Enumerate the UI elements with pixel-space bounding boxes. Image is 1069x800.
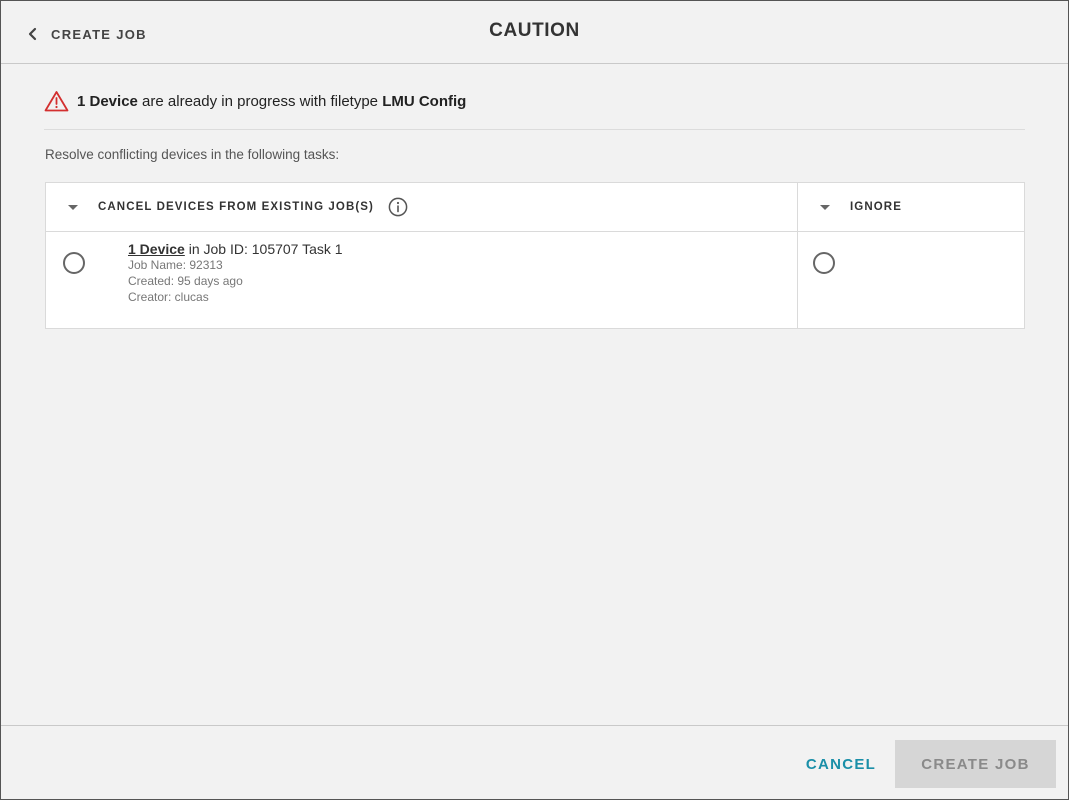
conflict-row: 1 Device in Job ID: 105707 Task 1 Job Na… xyxy=(128,241,343,305)
conflict-table: CANCEL DEVICES FROM EXISTING JOB(S) IGNO… xyxy=(45,182,1025,329)
column-header-ignore-label: IGNORE xyxy=(850,201,902,213)
page-title: CAUTION xyxy=(489,20,580,41)
job-creator: Creator: clucas xyxy=(128,290,209,304)
column-header-ignore: IGNORE xyxy=(820,183,902,231)
header-divider xyxy=(46,231,1024,232)
divider xyxy=(44,129,1025,130)
row-main-text: 1 Device in Job ID: 105707 Task 1 xyxy=(128,241,343,257)
column-header-cancel: CANCEL DEVICES FROM EXISTING JOB(S) xyxy=(68,183,408,231)
warning-text: 1 Device are already in progress with fi… xyxy=(77,93,466,110)
column-header-cancel-label: CANCEL DEVICES FROM EXISTING JOB(S) xyxy=(98,201,374,213)
info-icon[interactable] xyxy=(388,197,408,217)
job-created: Created: 95 days ago xyxy=(128,274,243,288)
warning-filetype: LMU Config xyxy=(382,92,467,110)
warning-triangle-icon xyxy=(44,91,69,112)
dialog-footer: CANCEL CREATE JOB xyxy=(1,725,1068,800)
warning-banner: 1 Device are already in progress with fi… xyxy=(44,89,466,113)
dialog-header: CREATE JOB CAUTION xyxy=(1,1,1068,64)
dialog-window: CREATE JOB CAUTION 1 Device are already … xyxy=(0,0,1069,800)
job-name: Job Name: 92313 xyxy=(128,258,223,272)
device-link[interactable]: 1 Device xyxy=(128,241,185,257)
instructions-text: Resolve conflicting devices in the follo… xyxy=(45,147,340,162)
cancel-button[interactable]: CANCEL xyxy=(797,740,885,788)
column-divider xyxy=(797,183,798,328)
caret-down-icon[interactable] xyxy=(820,204,830,210)
warning-middle: are already in progress with filetype xyxy=(137,92,383,110)
job-text: in Job ID: 105707 Task 1 xyxy=(184,241,343,257)
caret-down-icon[interactable] xyxy=(68,204,78,210)
cancel-devices-radio[interactable] xyxy=(63,252,85,274)
ignore-radio[interactable] xyxy=(813,252,835,274)
warning-count: 1 Device xyxy=(77,92,138,110)
create-job-button[interactable]: CREATE JOB xyxy=(895,740,1056,788)
